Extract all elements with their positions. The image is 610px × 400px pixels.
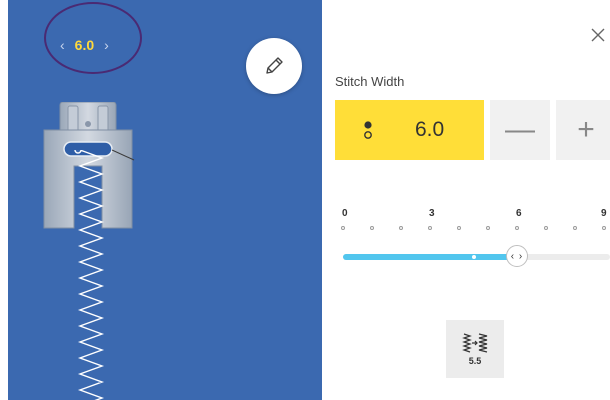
stitch-preset-button[interactable]: 5.5 (446, 320, 504, 378)
width-value: 6.0 (415, 118, 445, 141)
default-marker (471, 255, 476, 259)
width-slider-track[interactable]: ‹ › (343, 245, 610, 267)
scale-tick (341, 226, 345, 230)
scale-tick (486, 226, 490, 230)
scale-tick (515, 226, 519, 230)
scale-tick (544, 226, 548, 230)
scale-tick (602, 226, 606, 230)
edit-button[interactable] (246, 38, 302, 94)
needle-position-icon (364, 121, 372, 139)
scale-tick (399, 226, 403, 230)
increase-button[interactable]: + (556, 100, 610, 160)
stitch-preset-value: 5.5 (468, 355, 482, 366)
close-icon (591, 28, 605, 42)
width-value-box: 6.0 (335, 100, 484, 160)
width-value-label: 6.0 (74, 37, 95, 53)
scale-label: 9 (601, 208, 607, 219)
pencil-icon (266, 57, 283, 74)
width-slider-fill (343, 254, 517, 260)
scale-label: 3 (429, 208, 435, 219)
scale-label: 6 (516, 208, 522, 219)
panel-title: Stitch Width (335, 74, 405, 89)
close-button[interactable] (587, 24, 609, 46)
width-next-button[interactable]: › (104, 37, 109, 53)
scale-label: 0 (342, 208, 348, 219)
scale-tick (428, 226, 432, 230)
stitch-preview: ‹ 6.0 › (8, 0, 322, 400)
decrease-button[interactable]: — (490, 100, 550, 160)
scale-tick (370, 226, 374, 230)
scale-tick (573, 226, 577, 230)
scale-tick (457, 226, 461, 230)
width-prev-button[interactable]: ‹ (60, 37, 65, 53)
zigzag-width-icon (462, 332, 488, 353)
zigzag-stitch (74, 150, 105, 400)
width-slider-thumb[interactable]: ‹ › (506, 245, 528, 267)
width-nav: ‹ 6.0 › (60, 34, 109, 56)
